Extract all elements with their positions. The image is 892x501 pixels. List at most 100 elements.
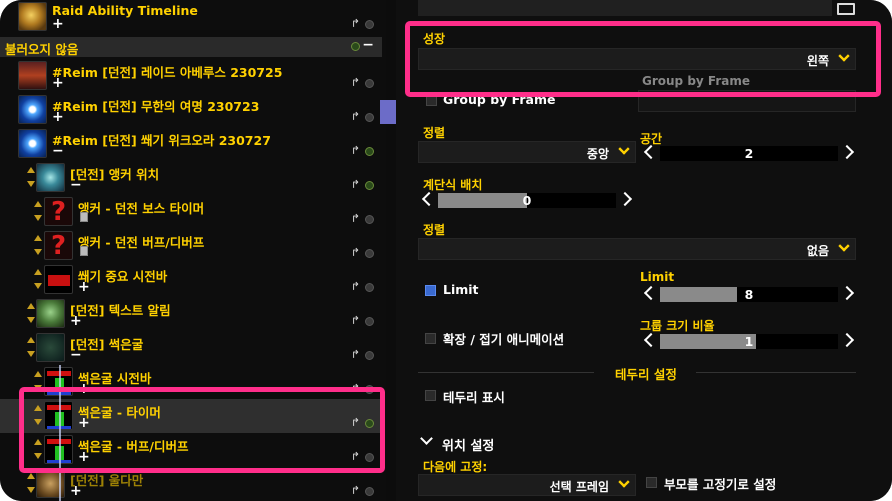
scale-label: 그룹 크기 비율 [640, 319, 715, 333]
aura-title: 앵커 - 던전 버프/디버프 [78, 235, 205, 250]
document-icon [80, 212, 88, 222]
aura-title: 앵커 - 던전 보스 타이머 [78, 201, 205, 216]
align-label: 정렬 [423, 126, 446, 140]
space-slider[interactable]: 2 [643, 144, 855, 163]
expand-plus-icon[interactable]: + [52, 17, 64, 31]
question-mark-icon: ? [44, 231, 73, 260]
share-icon[interactable]: ↱ [351, 17, 360, 30]
animate-label: 확장 / 접기 애니메이션 [443, 332, 565, 347]
animate-checkbox[interactable] [425, 333, 436, 344]
reorder-arrows-icon[interactable] [27, 299, 35, 329]
not-loaded-header[interactable]: 불러오지 않음 − [0, 37, 382, 57]
load-status-icon[interactable] [365, 215, 374, 224]
increase-icon[interactable] [839, 144, 855, 160]
increase-icon[interactable] [839, 332, 855, 348]
reorder-arrows-icon[interactable] [34, 197, 42, 227]
share-icon[interactable]: ↱ [351, 144, 360, 157]
anchor-to-label: 다음에 고정: [423, 460, 488, 474]
aura-row-aberrus[interactable]: #Reim [던전] 레이드 아베루스 230725 + ↱ [0, 59, 382, 93]
increase-icon[interactable] [617, 191, 633, 207]
load-status-icon[interactable] [365, 147, 374, 156]
reorder-arrows-icon[interactable] [27, 163, 35, 193]
blue-rune-icon [18, 95, 47, 124]
sort-label: 정렬 [423, 223, 446, 237]
share-icon[interactable]: ↱ [351, 246, 360, 259]
load-status-icon[interactable] [365, 351, 374, 360]
limit-checkbox[interactable] [425, 285, 436, 296]
folder-icon[interactable] [837, 3, 855, 15]
share-icon[interactable]: ↱ [351, 484, 360, 497]
highlight-box-right [405, 21, 881, 97]
top-input-field[interactable] [418, 0, 832, 16]
aura-row-text-alert[interactable]: [던전] 텍스트 알림 + ↱ [0, 297, 382, 331]
decrease-icon[interactable] [643, 332, 659, 348]
align-value: 중앙 [586, 147, 609, 161]
limit-slider[interactable]: 8 [643, 285, 855, 304]
expand-plus-icon[interactable]: + [78, 280, 90, 294]
share-icon[interactable]: ↱ [351, 348, 360, 361]
decrease-icon[interactable] [643, 285, 659, 301]
stagger-slider[interactable]: 0 [421, 191, 633, 210]
share-icon[interactable]: ↱ [351, 212, 360, 225]
scale-slider[interactable]: 1 [643, 332, 855, 351]
expand-plus-icon[interactable]: + [70, 314, 82, 328]
aura-row-boss-timer[interactable]: ? 앵커 - 던전 보스 타이머 ↱ [0, 195, 382, 229]
collapse-minus-icon[interactable]: − [70, 348, 82, 362]
aura-row-anchor-group[interactable]: [던전] 앵커 위치 − ↱ [0, 161, 382, 195]
load-status-icon[interactable] [365, 283, 374, 292]
share-icon[interactable]: ↱ [351, 314, 360, 327]
reorder-arrows-icon[interactable] [27, 469, 35, 499]
expand-plus-icon[interactable]: + [70, 484, 82, 498]
reorder-arrows-icon[interactable] [34, 231, 42, 261]
document-icon [80, 246, 88, 256]
anchor-to-dropdown[interactable]: 선택 프레임 [418, 474, 636, 496]
aura-title: [던전] 앵커 위치 [70, 167, 160, 182]
sort-dropdown[interactable]: 없음 [418, 238, 856, 260]
show-border-label: 테두리 표시 [443, 390, 505, 405]
position-section-title[interactable]: 위치 설정 [442, 435, 494, 454]
chevron-down-icon[interactable] [420, 432, 433, 445]
expand-plus-icon[interactable]: + [52, 76, 64, 90]
aura-row-buff-debuff[interactable]: ? 앵커 - 던전 버프/디버프 ↱ [0, 229, 382, 263]
aura-row-brackenhide-group[interactable]: [던전] 썩은굴 − ↱ [0, 331, 382, 365]
aura-row-cast-bar[interactable]: 쐐기 중요 시전바 + ↱ [0, 263, 382, 297]
load-status-icon[interactable] [365, 249, 374, 258]
decrease-icon[interactable] [421, 191, 437, 207]
share-icon[interactable]: ↱ [351, 76, 360, 89]
load-status-icon[interactable] [365, 113, 374, 122]
load-status-icon[interactable] [365, 181, 374, 190]
aura-row-raid-timeline[interactable]: Raid Ability Timeline + ↱ [0, 0, 382, 34]
stagger-label: 계단식 배치 [423, 178, 483, 192]
question-mark-icon: ? [44, 197, 73, 226]
load-status-icon[interactable] [365, 317, 374, 326]
parent-anchor-checkbox[interactable] [646, 477, 657, 488]
load-status-icon[interactable] [365, 20, 374, 29]
load-status-icon[interactable] [365, 79, 374, 88]
load-status-icon[interactable] [351, 42, 360, 51]
red-bar-icon [44, 265, 73, 294]
decrease-icon[interactable] [643, 144, 659, 160]
show-border-checkbox[interactable] [425, 390, 436, 401]
reorder-arrows-icon[interactable] [27, 333, 35, 363]
section-divider [696, 372, 856, 373]
share-icon[interactable]: ↱ [351, 178, 360, 191]
load-status-icon[interactable] [365, 487, 374, 496]
anchor-to-value: 선택 프레임 [549, 480, 609, 494]
collapse-minus-icon[interactable]: − [70, 178, 82, 192]
reorder-arrows-icon[interactable] [34, 265, 42, 295]
aura-row-mythic-plus[interactable]: #Reim [던전] 쐐기 위크오라 230727 − ↱ [0, 127, 382, 161]
limit-value: 8 [744, 287, 754, 302]
scale-value: 1 [744, 334, 754, 349]
aura-row-dawn-infinite[interactable]: #Reim [던전] 무한의 여명 230723 + ↱ [0, 93, 382, 127]
collapse-minus-icon[interactable]: − [52, 144, 64, 158]
align-dropdown[interactable]: 중앙 [418, 141, 636, 163]
collapse-minus-icon[interactable]: − [362, 37, 374, 53]
expand-plus-icon[interactable]: + [52, 110, 64, 124]
blue-rune-icon [18, 129, 47, 158]
share-icon[interactable]: ↱ [351, 280, 360, 293]
aura-list-panel: Raid Ability Timeline + ↱ 불러오지 않음 − #Rei… [0, 0, 386, 501]
increase-icon[interactable] [839, 285, 855, 301]
share-icon[interactable]: ↱ [351, 110, 360, 123]
chevron-down-icon [838, 240, 850, 252]
scrollbar-thumb[interactable] [380, 100, 396, 124]
